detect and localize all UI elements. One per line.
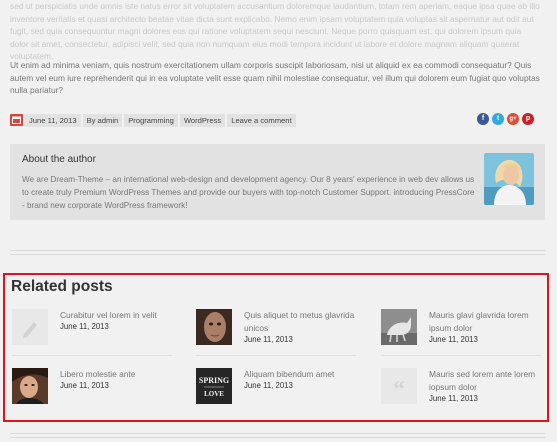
related-post-title[interactable]: Curabitur vel lorem in velit xyxy=(60,309,184,322)
social-share: f t g+ p xyxy=(477,113,534,125)
googleplus-icon[interactable]: g+ xyxy=(507,113,519,125)
facebook-icon[interactable]: f xyxy=(477,113,489,125)
section-divider-bottom xyxy=(10,433,545,438)
related-post-item: “ Mauris sed lorem ante lorem iopsum dol… xyxy=(381,368,553,408)
related-post-item: SPRING LOVE Aliquam bibendum amet June 1… xyxy=(196,368,368,408)
section-divider xyxy=(10,250,545,255)
related-post-date: June 11, 2013 xyxy=(60,322,109,331)
item-separator xyxy=(196,355,356,356)
woman-photo[interactable] xyxy=(12,368,48,404)
related-post-title[interactable]: Libero molestie ante xyxy=(60,368,184,381)
related-post-date: June 11, 2013 xyxy=(429,394,478,403)
related-post-item: Quis aliquet to metus glavrida unicos Ju… xyxy=(196,309,368,349)
related-post-title[interactable]: Mauris sed lorem ante lorem iopsum dolor xyxy=(429,368,553,394)
post-author-link[interactable]: By admin xyxy=(82,113,123,127)
leave-comment-link[interactable]: Leave a comment xyxy=(227,113,296,127)
quote-icon[interactable]: “ xyxy=(381,368,417,404)
related-post-date: June 11, 2013 xyxy=(429,335,478,344)
related-post-item: Mauris glavi glavrida lorem ipsum dolor … xyxy=(381,309,553,349)
category-wordpress-link[interactable]: WordPress xyxy=(179,113,226,127)
related-post-item: Libero molestie ante June 11, 2013 xyxy=(12,368,184,408)
twitter-icon[interactable]: t xyxy=(492,113,504,125)
face-photo[interactable] xyxy=(196,309,232,345)
related-posts-section: Related posts Curabitur vel lorem in vel… xyxy=(3,273,549,422)
calendar-icon xyxy=(10,114,23,126)
item-separator xyxy=(12,355,172,356)
related-posts-heading: Related posts xyxy=(11,278,113,295)
related-post-title[interactable]: Aliquam bibendum amet xyxy=(244,368,368,381)
post-paragraph-2: Ut enim ad minima veniam, quis nostrum e… xyxy=(10,60,540,96)
category-programming-link[interactable]: Programming xyxy=(124,113,178,127)
page: sed ut perspiciatis unde omnis iste natu… xyxy=(0,0,557,442)
related-post-item: Curabitur vel lorem in velit June 11, 20… xyxy=(12,309,184,349)
svg-text:“: “ xyxy=(394,376,405,401)
author-bio: We are Dream-Theme – an international we… xyxy=(22,175,475,210)
related-post-date: June 11, 2013 xyxy=(244,381,293,390)
pencil-icon[interactable] xyxy=(12,309,48,345)
spring-text: SPRING xyxy=(199,376,229,385)
related-post-title[interactable]: Mauris glavi glavrida lorem ipsum dolor xyxy=(429,309,553,335)
spring-love-image[interactable]: SPRING LOVE xyxy=(196,368,232,404)
pinterest-icon[interactable]: p xyxy=(522,113,534,125)
author-avatar xyxy=(484,153,534,205)
post-date-link[interactable]: June 11, 2013 xyxy=(25,113,81,127)
related-post-title[interactable]: Quis aliquet to metus glavrida unicos xyxy=(244,309,368,335)
author-box-title: About the author xyxy=(22,154,96,165)
love-text: LOVE xyxy=(204,390,224,398)
author-box: About the author We are Dream-Theme – an… xyxy=(10,144,545,220)
item-separator xyxy=(381,355,541,356)
horse-photo[interactable] xyxy=(381,309,417,345)
related-post-date: June 11, 2013 xyxy=(244,335,293,344)
post-meta: June 11, 2013 By admin Programming WordP… xyxy=(10,113,296,127)
related-post-date: June 11, 2013 xyxy=(60,381,109,390)
post-paragraph-1: sed ut perspiciatis unde omnis iste natu… xyxy=(10,1,540,62)
